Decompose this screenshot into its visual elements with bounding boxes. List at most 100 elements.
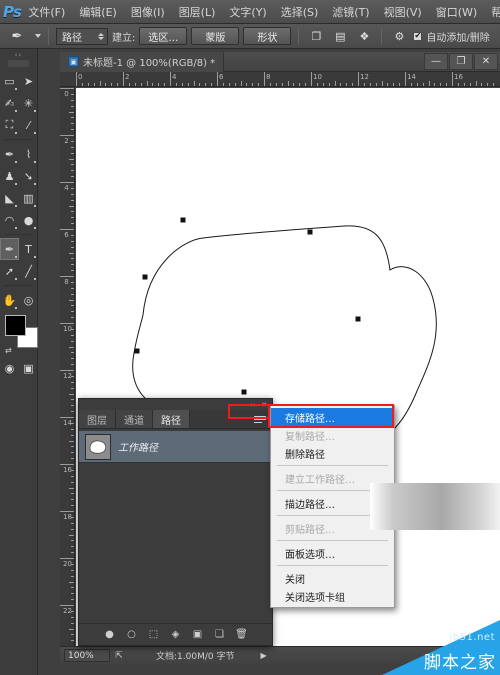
move-icon[interactable]: ➤ — [19, 70, 38, 92]
make-work-path-icon[interactable]: ◈ — [169, 628, 182, 641]
menu-edit[interactable]: 编辑(E) — [72, 1, 124, 23]
menu-type[interactable]: 文字(Y) — [222, 1, 273, 23]
blur-icon[interactable]: ◠ — [0, 209, 19, 231]
path-mode-value: 路径 — [62, 32, 82, 44]
window-controls: — ❐ ✕ — [424, 53, 498, 70]
maximize-button[interactable]: ❐ — [449, 53, 473, 70]
panel-collapse-icon[interactable]: ‹‹ — [250, 401, 256, 409]
add-mask-icon[interactable]: ▣ — [191, 628, 204, 641]
toolbox-collapse-icon[interactable]: ‹‹ — [0, 49, 37, 60]
swap-colors-icon[interactable]: ⇄ — [5, 346, 14, 355]
dodge-icon[interactable]: ● — [19, 209, 38, 231]
minimize-button[interactable]: — — [424, 53, 448, 70]
document-icon: ▣ — [68, 56, 79, 67]
zoom-tool-icon[interactable]: ◎ — [19, 289, 38, 311]
close-button[interactable]: ✕ — [474, 53, 498, 70]
save-path-item[interactable]: 存储路径… — [271, 408, 394, 426]
delete-path-icon[interactable]: 🗑 — [235, 628, 248, 641]
vertical-ruler[interactable]: 0 2 4 6 8 10 12 14 16 18 20 22 — [60, 87, 75, 664]
menu-layer[interactable]: 图层(L) — [172, 1, 223, 23]
menu-filter[interactable]: 滤镜(T) — [325, 1, 376, 23]
rectangular-marquee-icon[interactable]: ▭ — [0, 70, 19, 92]
duplicate-path-item: 复制路径… — [285, 431, 335, 443]
document-tab-title: 未标题-1 @ 100%(RGB/8) * — [83, 58, 216, 69]
paths-list: 工作路径 — [79, 429, 272, 624]
menu-file[interactable]: 文件(F) — [21, 1, 72, 23]
toolbox-group-navigate: ✋ ◎ — [0, 289, 37, 311]
pen-tool-icon[interactable]: ✒ — [0, 238, 19, 260]
foreground-color-swatch[interactable] — [5, 315, 26, 336]
tool-preset-chevron-icon[interactable] — [35, 34, 41, 38]
load-selection-icon[interactable]: ⬚ — [147, 628, 160, 641]
toolbox-group-selection: ▭ ➤ ✍ ✳ ⛶ ⁄ — [0, 70, 37, 136]
path-selection-icon[interactable]: ➚ — [0, 260, 19, 282]
menu-help[interactable]: 帮助(H) — [484, 1, 500, 23]
panel-close-icon[interactable]: ✕ — [261, 401, 267, 409]
eyedropper-icon[interactable]: ⁄ — [19, 114, 38, 136]
divider — [298, 27, 300, 45]
toolbox-drag-handle[interactable] — [8, 60, 29, 67]
tab-paths[interactable]: 路径 — [153, 410, 190, 428]
brush-icon[interactable]: ⌇ — [19, 143, 38, 165]
path-arrangement-icon[interactable]: ❖ — [354, 27, 374, 46]
screen-mode-icon[interactable]: ▣ — [19, 357, 38, 379]
pen-tool-icon[interactable]: ✒ — [4, 27, 30, 46]
path-mode-select[interactable]: 路径 — [56, 27, 108, 45]
panel-menu-icon[interactable] — [254, 414, 268, 425]
tab-layers[interactable]: 图层 — [79, 410, 116, 428]
divider — [48, 27, 49, 45]
menu-divider — [277, 465, 388, 466]
path-operations-icon[interactable]: ❐ — [306, 27, 326, 46]
watermark: jb51.net 脚本之家 — [382, 620, 500, 675]
crop-icon[interactable]: ⛶ — [0, 114, 19, 136]
quick-mask-icon[interactable]: ◉ — [0, 357, 19, 379]
close-item[interactable]: 关闭 — [271, 569, 394, 587]
horizontal-ruler[interactable]: 0 2 4 6 8 10 12 14 16 — [60, 72, 500, 87]
panel-options-item[interactable]: 面板选项… — [271, 544, 394, 562]
panel-title-bar: ‹‹ ✕ — [79, 399, 272, 410]
make-selection-button[interactable]: 选区… — [139, 27, 188, 45]
menu-view[interactable]: 视图(V) — [377, 1, 429, 23]
share-icon[interactable]: ⇱ — [110, 649, 128, 663]
color-swatches: ⇄ — [5, 315, 38, 355]
clone-stamp-icon[interactable]: ♟ — [0, 165, 19, 187]
path-row-work-path[interactable]: 工作路径 — [79, 431, 272, 463]
hand-tool-icon[interactable]: ✋ — [0, 289, 19, 311]
make-shape-button[interactable]: 形状 — [243, 27, 292, 45]
tab-channels[interactable]: 通道 — [116, 410, 153, 428]
zoom-level-input[interactable]: 100% — [64, 649, 110, 662]
menu-image[interactable]: 图像(I) — [124, 1, 172, 23]
panel-tabs: 图层 通道 路径 — [79, 410, 272, 429]
menu-bar: Ps 文件(F) 编辑(E) 图像(I) 图层(L) 文字(Y) 选择(S) 滤… — [0, 0, 500, 24]
gear-icon[interactable]: ⚙ — [389, 27, 409, 46]
close-tab-group-item[interactable]: 关闭选项卡组 — [271, 587, 394, 605]
divider — [4, 139, 33, 140]
lasso-icon[interactable]: ✍ — [0, 92, 19, 114]
create-label: 建立: — [112, 32, 136, 44]
type-tool-icon[interactable]: T — [19, 238, 38, 260]
spot-healing-icon[interactable]: ✒ — [0, 143, 19, 165]
gradient-icon[interactable]: ▥ — [19, 187, 38, 209]
make-mask-button[interactable]: 蒙版 — [191, 27, 240, 45]
auto-add-delete-checkbox[interactable]: ✔ — [413, 31, 423, 41]
stroke-path-icon[interactable]: ○ — [125, 628, 138, 641]
menu-window[interactable]: 窗口(W) — [429, 1, 484, 23]
magic-wand-icon[interactable]: ✳ — [19, 92, 38, 114]
eraser-icon[interactable]: ◣ — [0, 187, 19, 209]
path-alignment-icon[interactable]: ▤ — [330, 27, 350, 46]
watermark-brand: 脚本之家 — [424, 653, 496, 673]
status-expand-arrow-icon[interactable]: ▶ — [260, 651, 266, 660]
history-brush-icon[interactable]: ➘ — [19, 165, 38, 187]
delete-path-item[interactable]: 删除路径 — [271, 444, 394, 462]
divider — [4, 285, 33, 286]
path-thumbnail-shape — [89, 439, 107, 454]
new-path-icon[interactable]: ❏ — [213, 628, 226, 641]
divider — [381, 27, 383, 45]
menu-select[interactable]: 选择(S) — [274, 1, 326, 23]
toolbox-group-modes: ◉ ▣ — [0, 357, 37, 379]
line-shape-icon[interactable]: ╱ — [19, 260, 38, 282]
divider — [4, 234, 33, 235]
photoshop-logo: Ps — [3, 2, 22, 21]
fill-path-icon[interactable]: ● — [103, 628, 116, 641]
document-tab[interactable]: ▣ 未标题-1 @ 100%(RGB/8) * — [60, 51, 225, 72]
